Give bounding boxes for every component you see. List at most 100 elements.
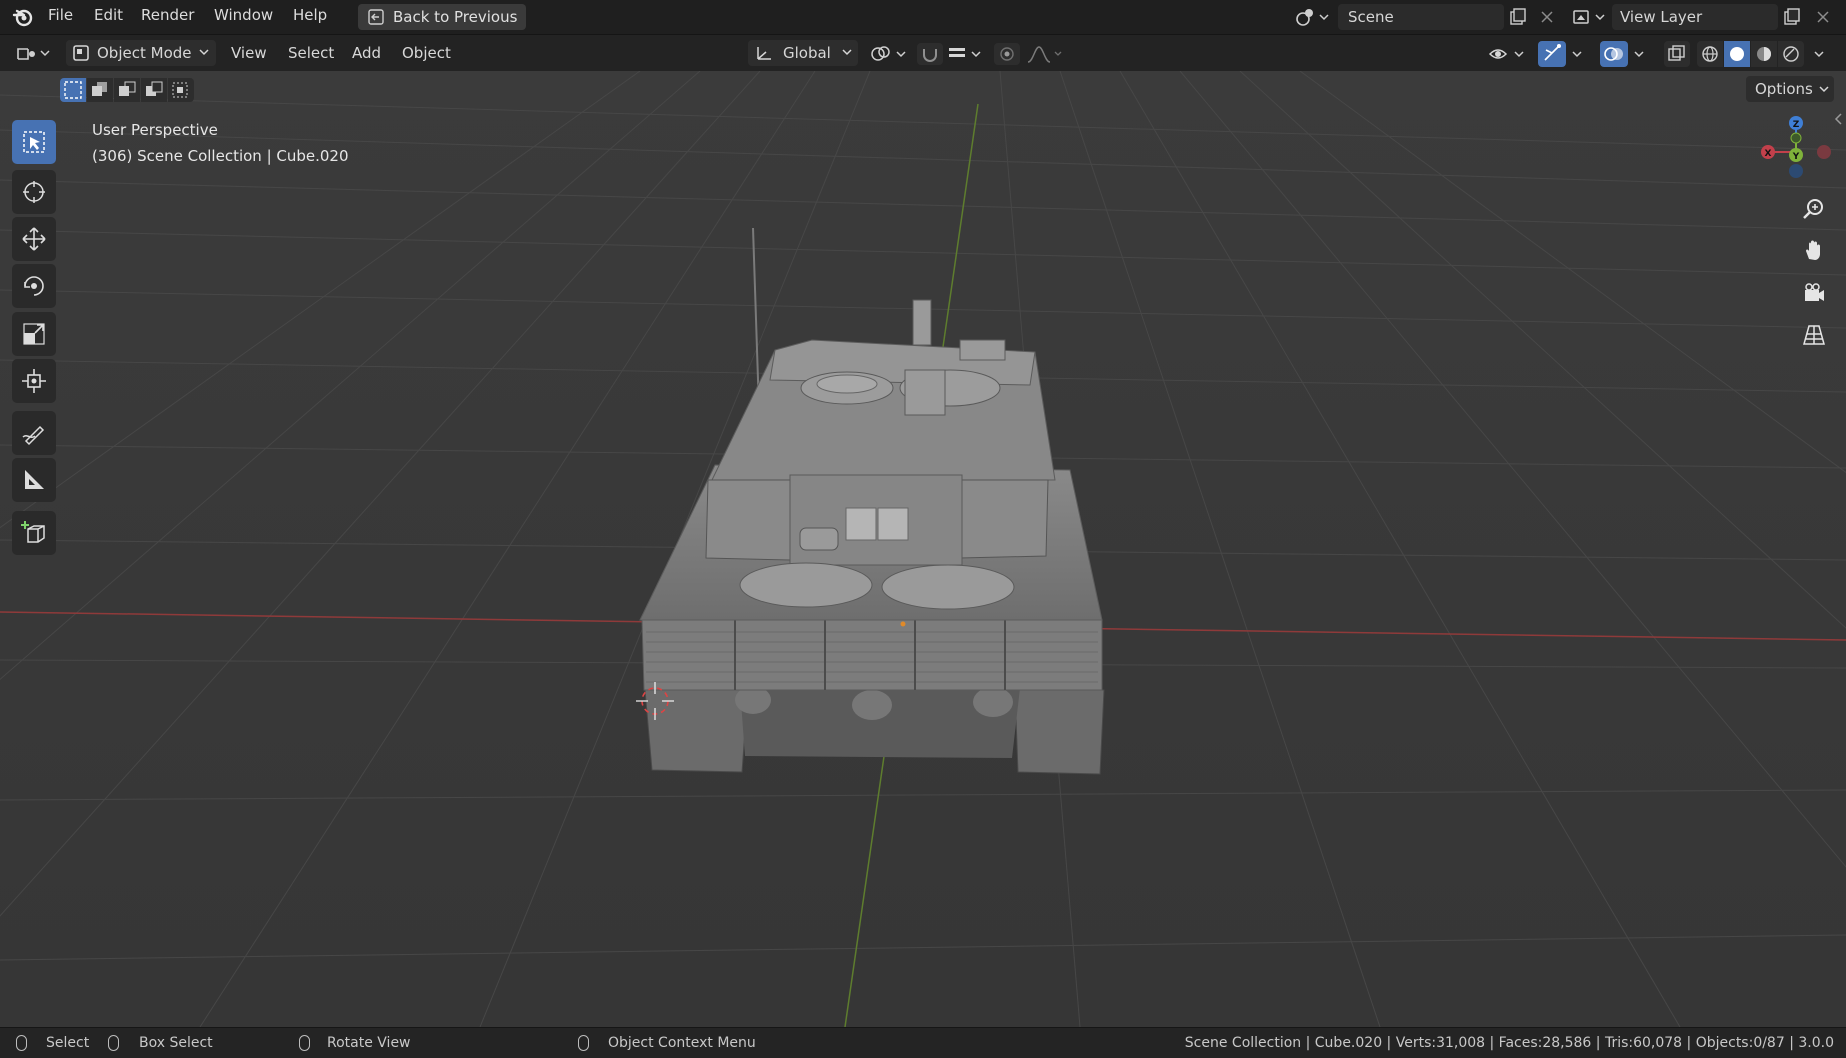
- object-mode-icon: [72, 44, 90, 66]
- move-arrows-icon: [22, 227, 46, 251]
- blender-logo-icon[interactable]: [12, 6, 34, 28]
- chevron-down-icon: [841, 45, 853, 63]
- header-menu-add[interactable]: Add: [352, 44, 381, 62]
- overlays-toggle-icon[interactable]: [1600, 41, 1628, 67]
- shading-wireframe-icon[interactable]: [1697, 41, 1723, 67]
- xray-toggle-icon[interactable]: [1664, 41, 1690, 67]
- proportional-edit-icon[interactable]: [994, 43, 1020, 65]
- status-context-menu-label: Object Context Menu: [608, 1035, 756, 1051]
- tool-cursor[interactable]: [12, 170, 56, 214]
- options-label: Options: [1755, 80, 1813, 98]
- scale-icon: [23, 323, 45, 345]
- active-object-label: (306) Scene Collection | Cube.020: [92, 147, 349, 165]
- tool-annotate[interactable]: [12, 411, 56, 455]
- falloff-curve-icon[interactable]: [1025, 44, 1065, 64]
- select-subtract-icon[interactable]: [114, 78, 140, 102]
- visibility-eye-icon[interactable]: [1488, 44, 1528, 64]
- status-box-select-label: Box Select: [139, 1035, 213, 1051]
- view-layer-icon[interactable]: [1572, 7, 1608, 27]
- status-select-label: Select: [46, 1035, 90, 1051]
- gizmo-toggle-icon[interactable]: [1538, 41, 1566, 67]
- annotate-pencil-icon: [22, 425, 45, 446]
- scene-name-field[interactable]: Scene: [1338, 4, 1504, 30]
- back-arrow-icon: [367, 8, 385, 30]
- scene-name-label: Scene: [1348, 8, 1394, 26]
- tool-measure[interactable]: [12, 458, 56, 502]
- shading-solid-icon[interactable]: [1724, 41, 1750, 67]
- snap-target-icon[interactable]: [947, 44, 985, 64]
- select-cursor-icon: [23, 131, 45, 153]
- orientation-axes-icon: [754, 44, 774, 66]
- header-menu-object[interactable]: Object: [402, 44, 451, 62]
- tool-select-box[interactable]: [12, 120, 56, 164]
- pivot-point-icon[interactable]: [870, 44, 910, 64]
- header-menu-select[interactable]: Select: [288, 44, 334, 62]
- gizmo-dropdown-chevron-icon[interactable]: [1570, 46, 1584, 62]
- select-intersect-icon[interactable]: [168, 78, 194, 102]
- sidebar-toggle-chevron-icon[interactable]: [1832, 111, 1844, 127]
- add-cube-icon: [21, 521, 45, 543]
- object-mode-label: Object Mode: [97, 44, 192, 62]
- zoom-view-icon[interactable]: [1795, 190, 1833, 228]
- middle-mouse-icon: [299, 1035, 310, 1055]
- orientation-label: Global: [783, 44, 831, 62]
- object-mode-dropdown[interactable]: Object Mode: [66, 40, 216, 66]
- transform-icon: [22, 369, 46, 393]
- header-menu-view[interactable]: View: [231, 44, 267, 62]
- chevron-down-icon: [1818, 82, 1830, 100]
- status-bar: Select Box Select Rotate View Object Con…: [0, 1027, 1846, 1058]
- snap-toggle-icon[interactable]: [917, 43, 943, 65]
- back-to-previous-label: Back to Previous: [393, 8, 518, 26]
- tool-rotate[interactable]: [12, 264, 56, 308]
- view-layer-field[interactable]: View Layer: [1612, 4, 1778, 30]
- top-menu-bar: File Edit Render Window Help Back to Pre…: [0, 0, 1846, 35]
- back-to-previous-button[interactable]: Back to Previous: [358, 4, 526, 30]
- viewport-scene: [0, 71, 1846, 1027]
- gizmo-z-label: Z: [1793, 120, 1800, 130]
- perspective-grid-icon[interactable]: [1795, 316, 1833, 354]
- rotate-icon: [24, 276, 44, 296]
- tool-move[interactable]: [12, 217, 56, 261]
- camera-view-icon[interactable]: [1795, 274, 1833, 312]
- select-extend-icon[interactable]: [87, 78, 113, 102]
- navigation-gizmo[interactable]: Z Y X: [1752, 115, 1836, 185]
- menu-window[interactable]: Window: [214, 6, 273, 24]
- gizmo-y-label: Y: [1792, 152, 1800, 162]
- tool-transform[interactable]: [12, 359, 56, 403]
- right-mouse-icon: [578, 1035, 589, 1055]
- left-mouse-icon: [16, 1035, 27, 1055]
- shading-dropdown-chevron-icon[interactable]: [1812, 46, 1826, 62]
- menu-edit[interactable]: Edit: [94, 6, 123, 24]
- gizmo-x-label: X: [1765, 149, 1772, 159]
- measure-ruler-icon: [25, 470, 44, 489]
- transform-orientation-dropdown[interactable]: Global: [748, 40, 858, 66]
- viewport-header: Object Mode View Select Add Object Globa…: [0, 35, 1846, 71]
- editor-type-icon[interactable]: [14, 43, 54, 65]
- delete-scene-icon[interactable]: [1538, 8, 1556, 26]
- select-new-icon[interactable]: [60, 78, 86, 102]
- shading-material-icon[interactable]: [1751, 41, 1777, 67]
- cursor-crosshair-icon: [23, 181, 45, 203]
- menu-help[interactable]: Help: [293, 6, 327, 24]
- tool-add-cube[interactable]: [12, 511, 56, 555]
- delete-view-layer-icon[interactable]: [1814, 8, 1832, 26]
- options-dropdown[interactable]: Options: [1746, 76, 1834, 102]
- new-scene-icon[interactable]: [1508, 7, 1528, 27]
- scene-statistics: Scene Collection | Cube.020 | Verts:31,0…: [1184, 1035, 1834, 1051]
- menu-render[interactable]: Render: [141, 6, 194, 24]
- view-perspective-label: User Perspective: [92, 121, 218, 139]
- shading-rendered-icon[interactable]: [1778, 41, 1804, 67]
- 3d-viewport[interactable]: User Perspective (306) Scene Collection …: [0, 71, 1846, 1027]
- drag-mouse-icon: [108, 1035, 119, 1055]
- menu-file[interactable]: File: [48, 6, 73, 24]
- view-layer-label: View Layer: [1620, 8, 1703, 26]
- scene-type-icon[interactable]: [1295, 7, 1331, 27]
- select-difference-icon[interactable]: [141, 78, 167, 102]
- new-view-layer-icon[interactable]: [1782, 7, 1802, 27]
- overlays-dropdown-chevron-icon[interactable]: [1632, 46, 1646, 62]
- selection-mode-group: [60, 78, 195, 102]
- status-rotate-view-label: Rotate View: [327, 1035, 411, 1051]
- pan-hand-icon[interactable]: [1795, 232, 1833, 270]
- chevron-down-icon: [198, 45, 210, 63]
- tool-scale[interactable]: [12, 312, 56, 356]
